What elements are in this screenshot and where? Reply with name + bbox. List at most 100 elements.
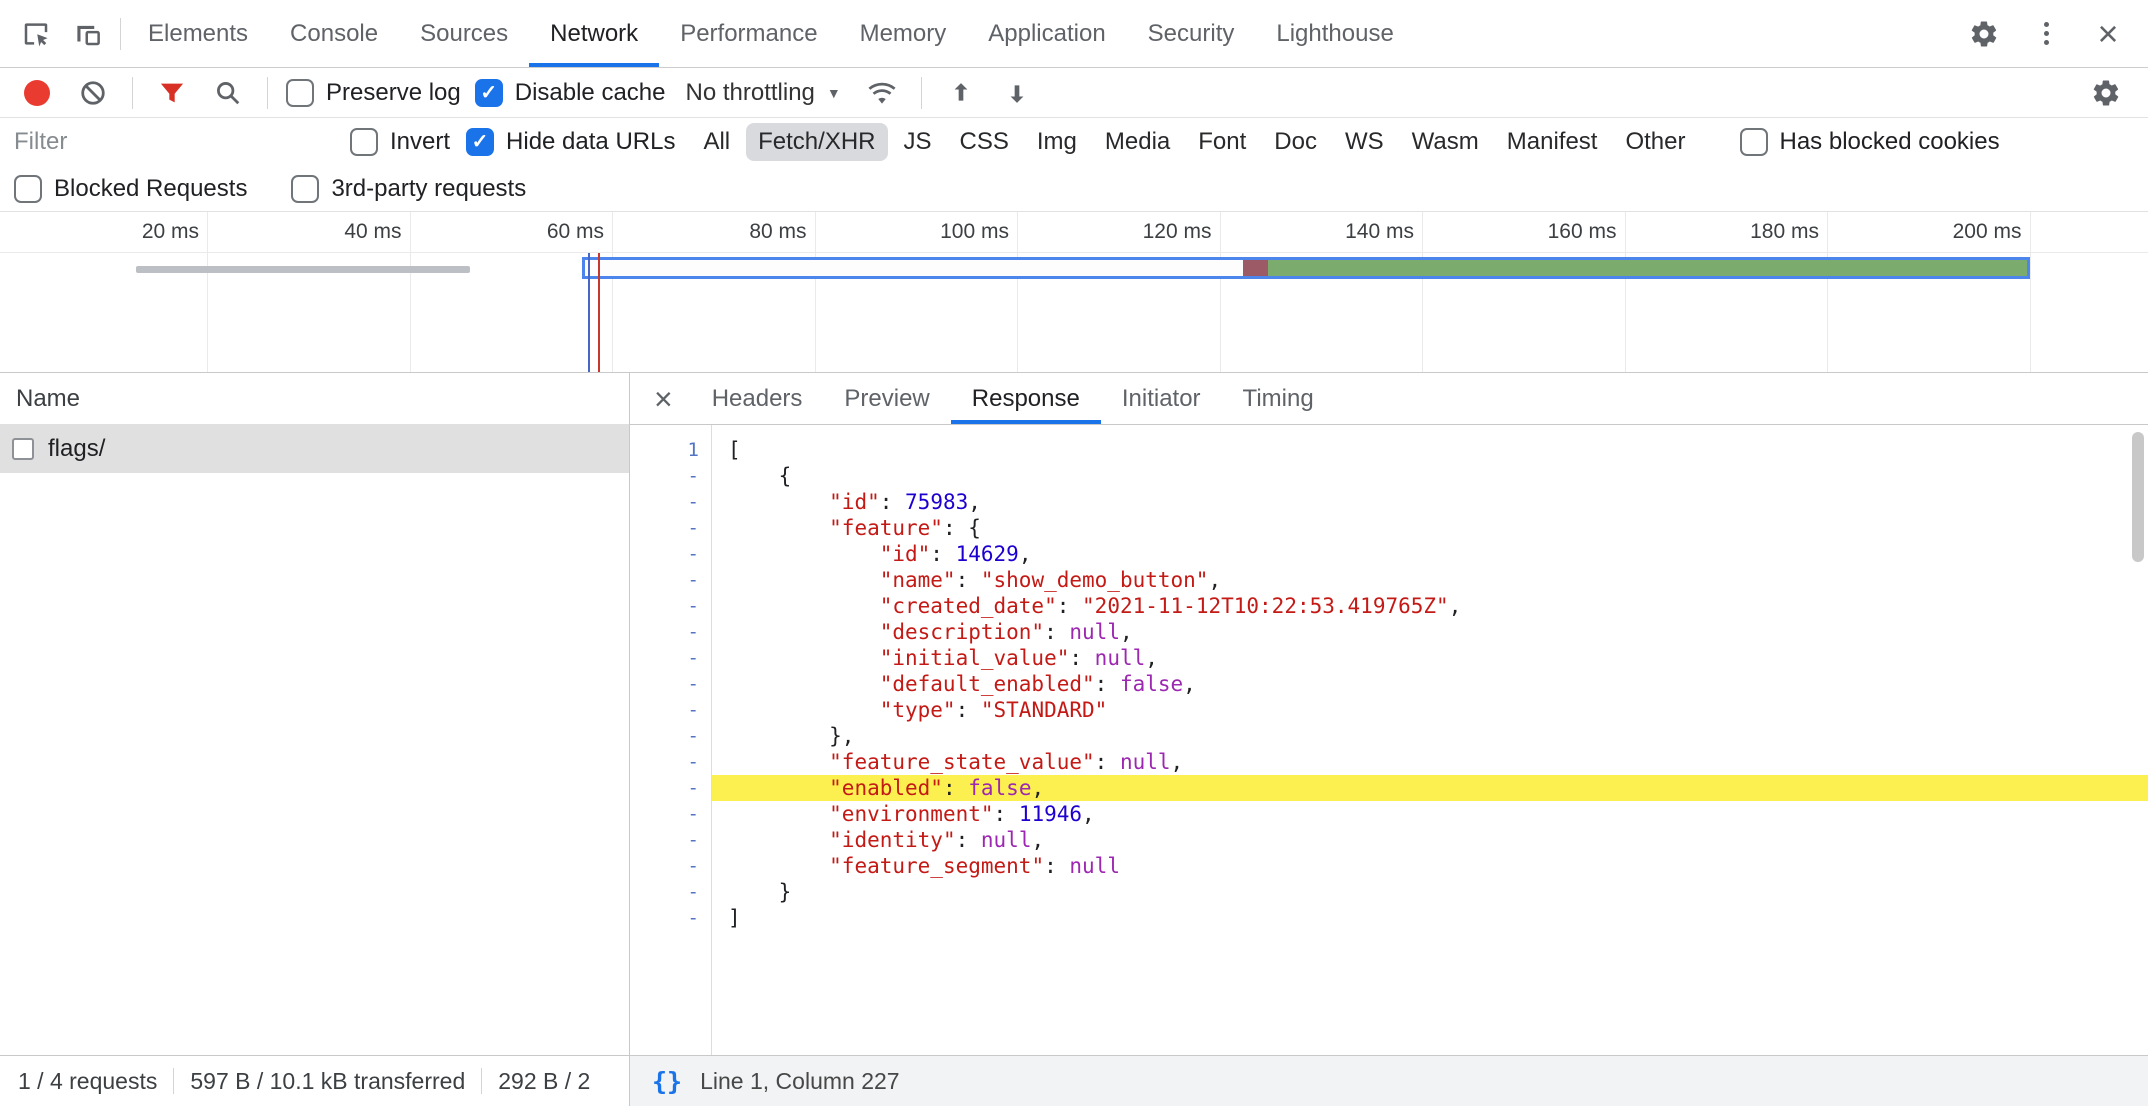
has-blocked-cookies-checkbox[interactable]: Has blocked cookies bbox=[1740, 128, 2000, 156]
blocked-requests-checkbox[interactable]: Blocked Requests bbox=[14, 175, 247, 203]
code-line[interactable]: ] bbox=[712, 905, 2148, 931]
code-area[interactable]: [ { "id": 75983, "feature": { "id": 1462… bbox=[712, 425, 2148, 1055]
tab-memory[interactable]: Memory bbox=[839, 0, 968, 67]
search-button[interactable] bbox=[207, 72, 249, 114]
code-line[interactable]: [ bbox=[712, 437, 2148, 463]
code-line[interactable]: "name": "show_demo_button", bbox=[712, 567, 2148, 593]
filter-type-ws[interactable]: WS bbox=[1333, 123, 1396, 161]
throttling-select[interactable]: No throttling ▼ bbox=[679, 79, 846, 107]
gutter-marker[interactable]: - bbox=[630, 567, 711, 593]
code-line[interactable]: "default_enabled": false, bbox=[712, 671, 2148, 697]
checkbox-box[interactable]: ✓ bbox=[475, 79, 503, 107]
tab-console[interactable]: Console bbox=[269, 0, 399, 67]
tab-performance[interactable]: Performance bbox=[659, 0, 838, 67]
tab-elements[interactable]: Elements bbox=[127, 0, 269, 67]
filter-type-fetch-xhr[interactable]: Fetch/XHR bbox=[746, 123, 887, 161]
checkbox-box[interactable] bbox=[350, 128, 378, 156]
record-network-log-button[interactable] bbox=[16, 72, 58, 114]
gutter-marker[interactable]: - bbox=[630, 775, 711, 801]
tab-application[interactable]: Application bbox=[967, 0, 1126, 67]
tab-security[interactable]: Security bbox=[1127, 0, 1256, 67]
code-line[interactable]: }, bbox=[712, 723, 2148, 749]
gutter-marker[interactable]: - bbox=[630, 723, 711, 749]
filter-toggle-button[interactable] bbox=[151, 72, 193, 114]
disable-cache-checkbox[interactable]: ✓Disable cache bbox=[475, 79, 666, 107]
clear-network-log-button[interactable] bbox=[72, 72, 114, 114]
third-party-requests-checkbox[interactable]: 3rd-party requests bbox=[291, 175, 526, 203]
gutter-marker[interactable]: - bbox=[630, 515, 711, 541]
network-conditions-button[interactable] bbox=[861, 72, 903, 114]
filter-type-media[interactable]: Media bbox=[1093, 123, 1182, 161]
gutter-marker[interactable]: - bbox=[630, 801, 711, 827]
code-line[interactable]: { bbox=[712, 463, 2148, 489]
gutter-marker[interactable]: - bbox=[630, 853, 711, 879]
close-detail-button[interactable]: × bbox=[636, 373, 691, 424]
gutter-marker[interactable]: - bbox=[630, 619, 711, 645]
filter-type-wasm[interactable]: Wasm bbox=[1400, 123, 1491, 161]
vertical-scrollbar-thumb[interactable] bbox=[2132, 432, 2144, 562]
name-column-header[interactable]: Name bbox=[0, 373, 629, 425]
filter-input[interactable] bbox=[14, 128, 334, 156]
detail-tab-timing[interactable]: Timing bbox=[1222, 373, 1335, 424]
close-devtools-button[interactable]: × bbox=[2082, 8, 2134, 60]
code-line[interactable]: } bbox=[712, 879, 2148, 905]
inspect-element-button[interactable] bbox=[10, 8, 62, 60]
gutter-marker[interactable]: - bbox=[630, 671, 711, 697]
gutter-marker[interactable]: - bbox=[630, 749, 711, 775]
gutter-marker[interactable]: - bbox=[630, 489, 711, 515]
code-line[interactable]: "enabled": false, bbox=[712, 775, 2148, 801]
detail-tab-initiator[interactable]: Initiator bbox=[1101, 373, 1222, 424]
filter-type-font[interactable]: Font bbox=[1186, 123, 1258, 161]
preserve-log-checkbox[interactable]: Preserve log bbox=[286, 79, 461, 107]
timeline-overview[interactable]: 20 ms40 ms60 ms80 ms100 ms120 ms140 ms16… bbox=[0, 212, 2148, 373]
filter-type-img[interactable]: Img bbox=[1025, 123, 1089, 161]
gutter-marker[interactable]: - bbox=[630, 827, 711, 853]
code-line[interactable]: "type": "STANDARD" bbox=[712, 697, 2148, 723]
code-line[interactable]: "created_date": "2021-11-12T10:22:53.419… bbox=[712, 593, 2148, 619]
settings-gear-button[interactable] bbox=[1958, 8, 2010, 60]
invert-checkbox[interactable]: Invert bbox=[350, 128, 450, 156]
tab-lighthouse[interactable]: Lighthouse bbox=[1255, 0, 1414, 67]
code-line[interactable]: "identity": null, bbox=[712, 827, 2148, 853]
network-settings-gear-button[interactable] bbox=[2080, 67, 2132, 119]
code-line[interactable]: "id": 75983, bbox=[712, 489, 2148, 515]
checkbox-box[interactable] bbox=[286, 79, 314, 107]
export-har-button[interactable] bbox=[996, 72, 1038, 114]
filter-type-js[interactable]: JS bbox=[892, 123, 944, 161]
code-line[interactable]: "feature_state_value": null, bbox=[712, 749, 2148, 775]
checkbox-box[interactable] bbox=[291, 175, 319, 203]
code-line[interactable]: "initial_value": null, bbox=[712, 645, 2148, 671]
filter-type-all[interactable]: All bbox=[691, 123, 742, 161]
filter-type-doc[interactable]: Doc bbox=[1262, 123, 1329, 161]
code-line[interactable]: "feature_segment": null bbox=[712, 853, 2148, 879]
code-line[interactable]: "id": 14629, bbox=[712, 541, 2148, 567]
checkbox-box[interactable] bbox=[14, 175, 42, 203]
code-line[interactable]: "environment": 11946, bbox=[712, 801, 2148, 827]
checkbox-box[interactable]: ✓ bbox=[466, 128, 494, 156]
code-line[interactable]: "feature": { bbox=[712, 515, 2148, 541]
filter-type-css[interactable]: CSS bbox=[948, 123, 1021, 161]
detail-tab-preview[interactable]: Preview bbox=[823, 373, 950, 424]
filter-type-manifest[interactable]: Manifest bbox=[1495, 123, 1610, 161]
request-row[interactable]: flags/ bbox=[0, 425, 629, 473]
gutter-marker[interactable]: 1 bbox=[630, 437, 711, 463]
device-toolbar-button[interactable] bbox=[62, 8, 114, 60]
tab-sources[interactable]: Sources bbox=[399, 0, 529, 67]
import-har-button[interactable] bbox=[940, 72, 982, 114]
checkbox-box[interactable] bbox=[1740, 128, 1768, 156]
tab-network[interactable]: Network bbox=[529, 0, 659, 67]
gutter-marker[interactable]: - bbox=[630, 905, 711, 931]
detail-tab-headers[interactable]: Headers bbox=[691, 373, 824, 424]
gutter-marker[interactable]: - bbox=[630, 645, 711, 671]
hide-data-urls-checkbox[interactable]: ✓Hide data URLs bbox=[466, 128, 675, 156]
more-options-button[interactable] bbox=[2020, 8, 2072, 60]
detail-tab-response[interactable]: Response bbox=[951, 373, 1101, 424]
gutter-marker[interactable]: - bbox=[630, 463, 711, 489]
pretty-print-button[interactable]: {} bbox=[652, 1067, 682, 1096]
gutter-marker[interactable]: - bbox=[630, 879, 711, 905]
code-line[interactable]: "description": null, bbox=[712, 619, 2148, 645]
gutter-marker[interactable]: - bbox=[630, 541, 711, 567]
gutter-marker[interactable]: - bbox=[630, 697, 711, 723]
filter-type-other[interactable]: Other bbox=[1613, 123, 1697, 161]
gutter-marker[interactable]: - bbox=[630, 593, 711, 619]
